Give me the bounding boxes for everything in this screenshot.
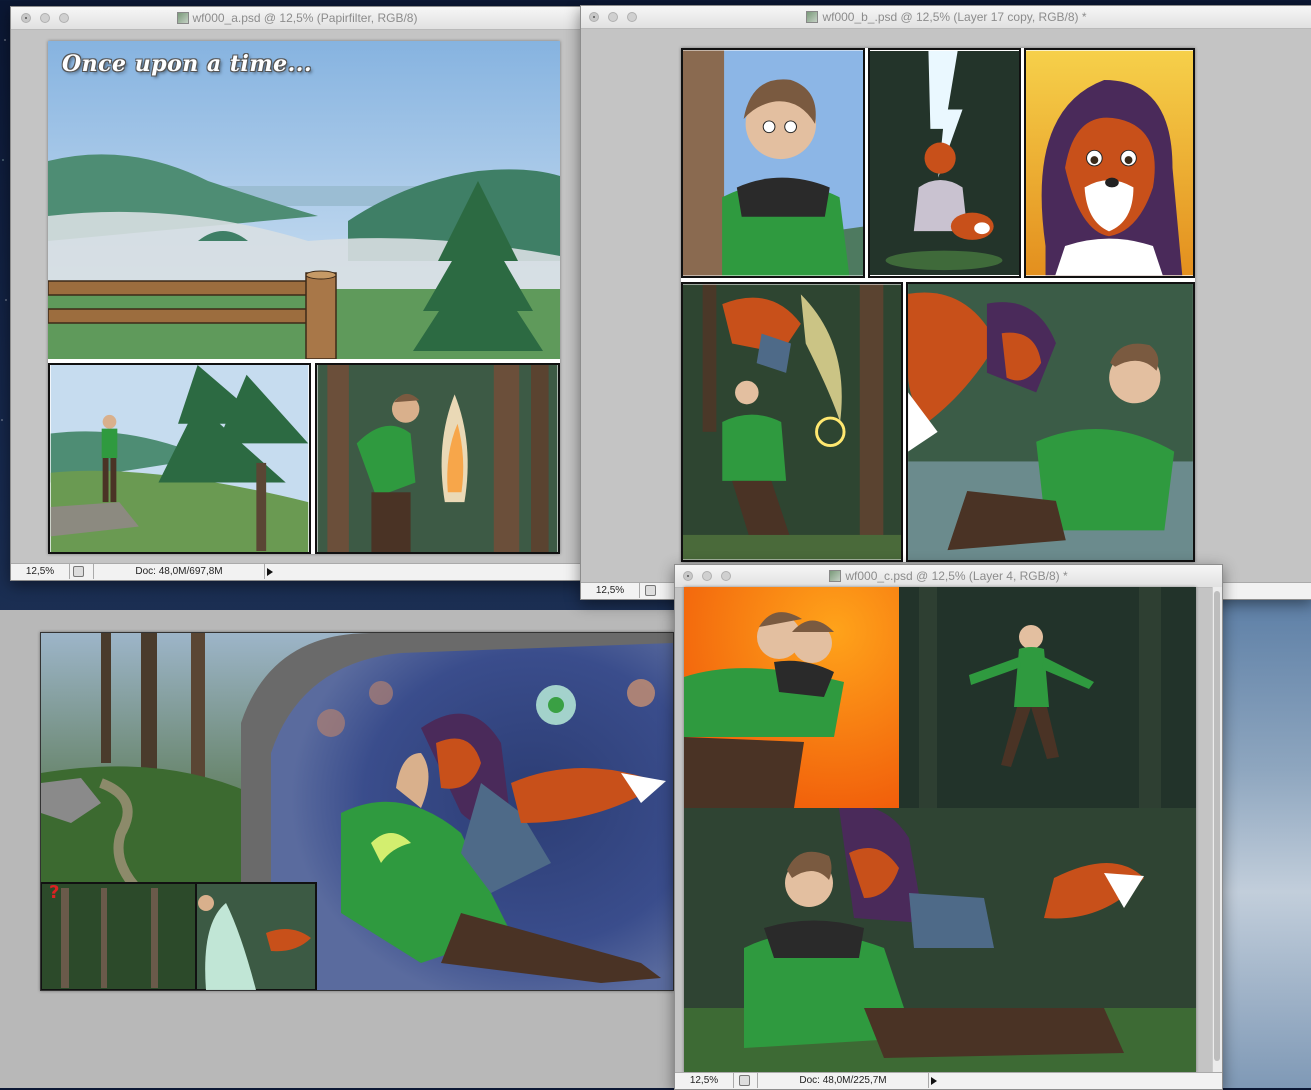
statusbar-a: 12,5% Doc: 48,0M/697,8M bbox=[11, 563, 583, 580]
doc-size-a: Doc: 48,0M/697,8M bbox=[93, 564, 265, 579]
status-info-icon[interactable] bbox=[739, 1075, 750, 1086]
comic-page-c[interactable] bbox=[684, 587, 1196, 1073]
caption-once-upon: Once upon a time... bbox=[62, 51, 313, 77]
surprised-art bbox=[683, 50, 863, 276]
panel-a-forest bbox=[315, 363, 560, 554]
comic-page-b[interactable] bbox=[681, 48, 1195, 562]
document-window-c[interactable]: wf000_c.psd @ 12,5% (Layer 4, RGB/8) * 1… bbox=[674, 564, 1223, 1090]
fox-portrait-art bbox=[1026, 50, 1193, 276]
document-window-b[interactable]: wf000_b_.psd @ 12,5% (Layer 17 copy, RGB… bbox=[580, 5, 1311, 600]
document-window-a[interactable]: wf000_a.psd @ 12,5% (Papirfilter, RGB/8) bbox=[10, 6, 584, 581]
panel-a-cliff bbox=[48, 363, 311, 554]
zoom-field-c[interactable]: 12,5% bbox=[675, 1073, 734, 1088]
scrollbar-thumb[interactable] bbox=[1214, 591, 1220, 1061]
document-icon bbox=[829, 570, 842, 582]
panel-c-kiss bbox=[684, 808, 1196, 1073]
lightning-art bbox=[870, 51, 1019, 275]
titlebar-b[interactable]: wf000_b_.psd @ 12,5% (Layer 17 copy, RGB… bbox=[581, 6, 1311, 29]
window-title-b: wf000_b_.psd @ 12,5% (Layer 17 copy, RGB… bbox=[822, 10, 1087, 24]
titlebar-a[interactable]: wf000_a.psd @ 12,5% (Papirfilter, RGB/8) bbox=[11, 7, 583, 30]
leap-art bbox=[683, 284, 901, 560]
window-title-a: wf000_a.psd @ 12,5% (Papirfilter, RGB/8) bbox=[192, 11, 418, 25]
doc-size-c: Doc: 48,0M/225,7M bbox=[757, 1073, 929, 1088]
panel-b-surprised bbox=[681, 48, 865, 278]
statusbar-c: 12,5% Doc: 48,0M/225,7M bbox=[675, 1072, 1222, 1089]
vertical-scrollbar[interactable] bbox=[1212, 587, 1222, 1073]
spread-artwork: ? bbox=[41, 633, 673, 990]
comic-page-a[interactable]: Once upon a time... bbox=[48, 41, 560, 554]
pounce-art bbox=[908, 284, 1193, 560]
comic-page-spread[interactable]: ? bbox=[40, 632, 674, 991]
status-menu-arrow[interactable] bbox=[931, 1077, 937, 1085]
zoom-field-a[interactable]: 12,5% bbox=[11, 564, 70, 579]
cliff-art bbox=[50, 365, 309, 552]
forest-art bbox=[317, 365, 558, 552]
status-menu-arrow[interactable] bbox=[267, 568, 273, 576]
document-icon bbox=[806, 11, 819, 23]
svg-text:?: ? bbox=[49, 882, 59, 903]
panel-b-pounce bbox=[906, 282, 1195, 562]
kiss-art bbox=[684, 808, 1196, 1073]
panel-a-landscape: Once upon a time... bbox=[48, 41, 560, 359]
floating-art bbox=[899, 587, 1196, 808]
desktop-sky bbox=[1221, 598, 1311, 1088]
panel-b-fox-portrait bbox=[1024, 48, 1195, 278]
document-icon bbox=[176, 12, 189, 24]
window-title-c: wf000_c.psd @ 12,5% (Layer 4, RGB/8) * bbox=[845, 569, 1068, 583]
status-info-icon[interactable] bbox=[645, 585, 656, 596]
running-art bbox=[684, 587, 899, 808]
panel-b-lightning bbox=[868, 48, 1021, 278]
zoom-field-b[interactable]: 12,5% bbox=[581, 583, 640, 598]
landscape-art bbox=[48, 41, 560, 359]
status-info-icon[interactable] bbox=[73, 566, 84, 577]
panel-c-running bbox=[684, 587, 899, 808]
titlebar-c[interactable]: wf000_c.psd @ 12,5% (Layer 4, RGB/8) * bbox=[675, 565, 1222, 588]
panel-b-leap bbox=[681, 282, 903, 562]
panel-c-floating bbox=[899, 587, 1196, 808]
